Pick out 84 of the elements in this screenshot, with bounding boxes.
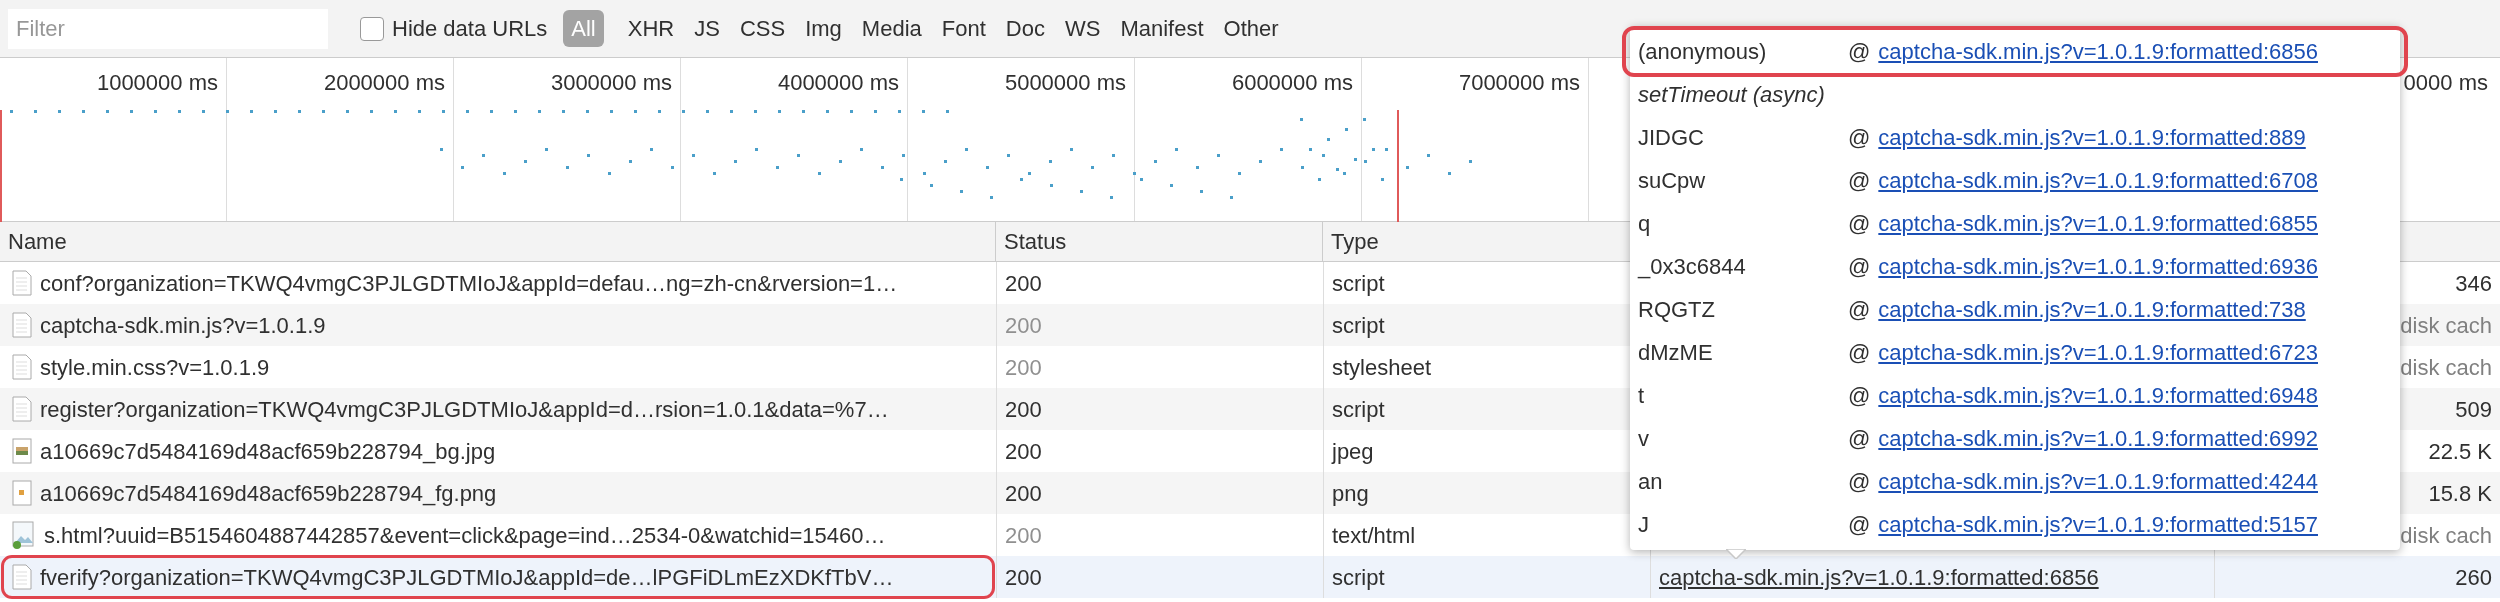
request-size: 509 xyxy=(2455,395,2492,424)
at-sign: @ xyxy=(1848,167,1871,195)
request-type: script xyxy=(1332,395,1385,424)
timeline-tick-label: 0000 ms xyxy=(2403,69,2488,97)
async-separator: setTimeout (async) xyxy=(1638,81,1825,109)
request-size: 346 xyxy=(2455,269,2492,298)
request-size: 260 xyxy=(2455,563,2492,592)
stack-frame[interactable]: q @ captcha-sdk.min.js?v=1.0.1.9:formatted:6855 xyxy=(1626,202,2404,245)
status-code: 200 xyxy=(1005,269,1042,298)
status-code: 200 xyxy=(1005,437,1042,466)
timeline-tick-label: 5000000 ms xyxy=(1004,69,1126,97)
timeline-tick-label: 1000000 ms xyxy=(96,69,218,97)
timeline-tick-label: 7000000 ms xyxy=(1458,69,1580,97)
request-size: 15.8 K xyxy=(2428,479,2492,508)
request-name: captcha-sdk.min.js?v=1.0.1.9 xyxy=(40,311,326,340)
request-type: script xyxy=(1332,563,1385,592)
timeline-tick-label: 6000000 ms xyxy=(1231,69,1353,97)
type-filter-button[interactable]: Media xyxy=(853,10,930,47)
function-name: suCpw xyxy=(1637,167,1707,195)
timeline-tick-label: 4000000 ms xyxy=(777,69,899,97)
at-sign: @ xyxy=(1848,124,1871,152)
request-type: png xyxy=(1332,479,1369,508)
image-thumbnail-icon xyxy=(12,480,32,506)
status-code: 200 xyxy=(1005,311,1042,340)
document-icon xyxy=(12,270,32,296)
type-filter-button[interactable]: CSS xyxy=(731,10,794,47)
document-icon xyxy=(12,354,32,380)
request-size: disk cach xyxy=(2400,311,2492,340)
checkbox-label: Hide data URLs xyxy=(392,15,548,43)
request-size: disk cach xyxy=(2400,521,2492,550)
function-name: J xyxy=(1637,511,1650,539)
request-type: text/html xyxy=(1332,521,1416,550)
request-name: a10669c7d5484169d48acf659b228794_bg.jpg xyxy=(40,437,496,466)
request-name: conf?organization=TKWQ4vmgC3PJLGDTMIoJ&appId=defau…ng=zh-cn&rversion=1… xyxy=(40,269,898,298)
request-name: register?organization=TKWQ4vmgC3PJLGDTMIoJ&appId=d…rsion=1.0.1&data=%7… xyxy=(40,395,889,424)
column-header[interactable]: Type xyxy=(1331,225,1379,258)
filter-field[interactable]: Filter xyxy=(8,8,328,49)
stack-frame[interactable]: JIDGC @ captcha-sdk.min.js?v=1.0.1.9:formatted:889 xyxy=(1626,116,2404,159)
request-type: script xyxy=(1332,311,1385,340)
timeline-tick-label: 3000000 ms xyxy=(550,69,672,97)
stack-frame[interactable]: suCpw @ captcha-sdk.min.js?v=1.0.1.9:formatted:6708 xyxy=(1626,159,2404,202)
status-code: 200 xyxy=(1005,563,1042,592)
image-thumbnail-icon xyxy=(12,438,32,464)
image-file-icon xyxy=(12,521,36,549)
type-filter-button[interactable]: Img xyxy=(797,10,850,47)
at-sign: @ xyxy=(1848,210,1871,238)
initiator-link[interactable]: captcha-sdk.min.js?v=1.0.1.9:formatted:6856 xyxy=(1659,560,2099,594)
request-name: style.min.css?v=1.0.1.9 xyxy=(40,353,270,382)
request-type: script xyxy=(1332,269,1385,298)
source-link[interactable]: captcha-sdk.min.js?v=1.0.1.9:formatted:6855 xyxy=(1878,207,2318,240)
type-filter-button[interactable]: Font xyxy=(933,10,994,47)
column-header[interactable]: Name xyxy=(8,225,67,258)
type-filter-button[interactable]: XHR xyxy=(619,10,683,47)
request-name: a10669c7d5484169d48acf659b228794_fg.png xyxy=(40,479,497,508)
source-link[interactable]: captcha-sdk.min.js?v=1.0.1.9:formatted:6708 xyxy=(1878,164,2318,197)
request-type: stylesheet xyxy=(1332,353,1432,382)
stack-frame[interactable]: (anonymous) @ captcha-sdk.min.js?v=1.0.1.9:formatted:6856 xyxy=(1626,30,2404,73)
status-code: 200 xyxy=(1005,395,1042,424)
request-type: jpeg xyxy=(1332,437,1374,466)
status-code: 200 xyxy=(1005,521,1042,550)
at-sign: @ xyxy=(1848,38,1871,66)
source-link[interactable]: captcha-sdk.min.js?v=1.0.1.9:formatted:889 xyxy=(1878,121,2306,154)
type-filter-button[interactable]: Doc xyxy=(997,10,1053,47)
type-filter-button[interactable]: WS xyxy=(1056,10,1109,47)
type-filter-button[interactable]: JS xyxy=(686,10,728,47)
timeline-tick-label: 2000000 ms xyxy=(323,69,445,97)
request-name: fverify?organization=TKWQ4vmgC3PJLGDTMIoJ&appId=de…lPGFiDLmEzXDKfTbV… xyxy=(40,563,894,592)
document-icon xyxy=(12,396,32,422)
document-icon xyxy=(12,312,32,338)
request-size: 22.5 K xyxy=(2428,437,2492,466)
status-code: 200 xyxy=(1005,353,1042,382)
function-name: (anonymous) xyxy=(1637,38,1768,66)
source-link[interactable]: captcha-sdk.min.js?v=1.0.1.9:formatted:6856 xyxy=(1878,35,2318,68)
request-row[interactable]: fverify?organization=TKWQ4vmgC3PJLGDTMIoJ&appId=de…lPGFiDLmEzXDKfTbV… 200 script captcha-sdk.min.js?v=1.0.1.9:formatted:6856 260 xyxy=(0,556,2500,598)
status-code: 200 xyxy=(1005,479,1042,508)
function-name: JIDGC xyxy=(1637,124,1705,152)
checkbox[interactable] xyxy=(360,16,384,41)
document-icon xyxy=(12,564,32,590)
function-name: q xyxy=(1637,210,1652,238)
at-sign: @ xyxy=(1848,511,1871,539)
column-header[interactable]: Status xyxy=(1004,225,1067,258)
request-name: s.html?uuid=B5154604887442857&event=click&page=ind…2534-0&watchid=15460… xyxy=(44,521,886,550)
type-filter-button[interactable]: Other xyxy=(1215,10,1287,47)
type-filter-button[interactable]: Manifest xyxy=(1112,10,1212,47)
